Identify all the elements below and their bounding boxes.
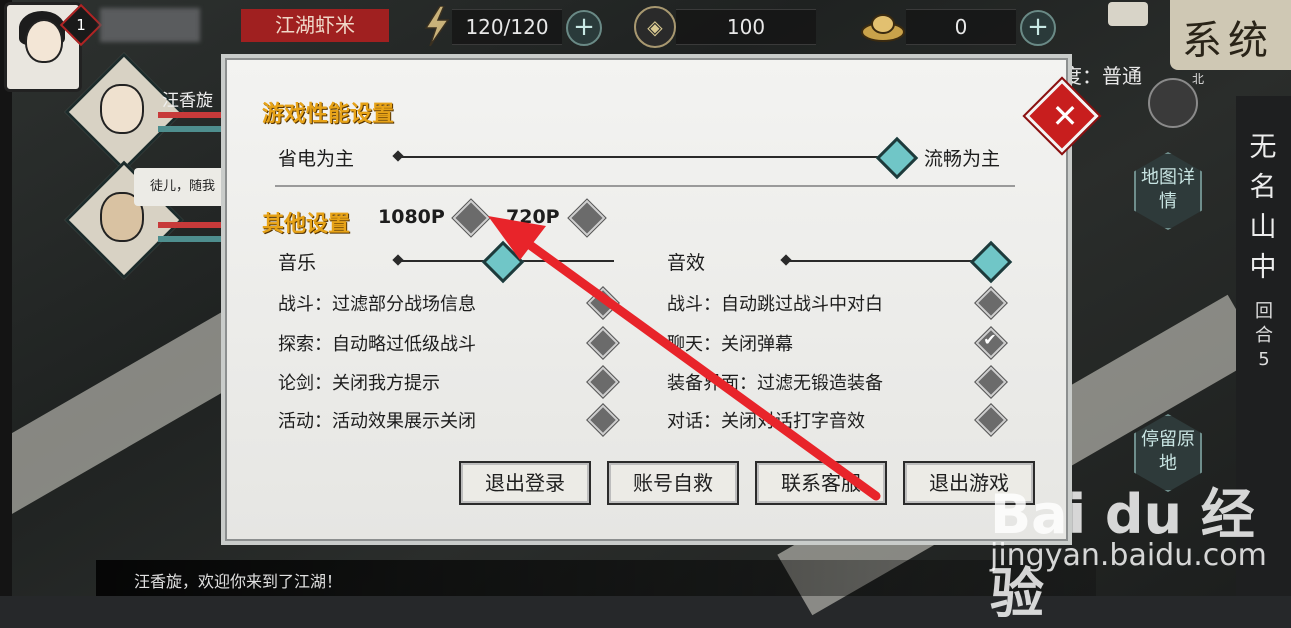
annotation-arrow-shaft	[507, 227, 881, 501]
watermark-url: jingyan.baidu.com	[990, 538, 1267, 573]
